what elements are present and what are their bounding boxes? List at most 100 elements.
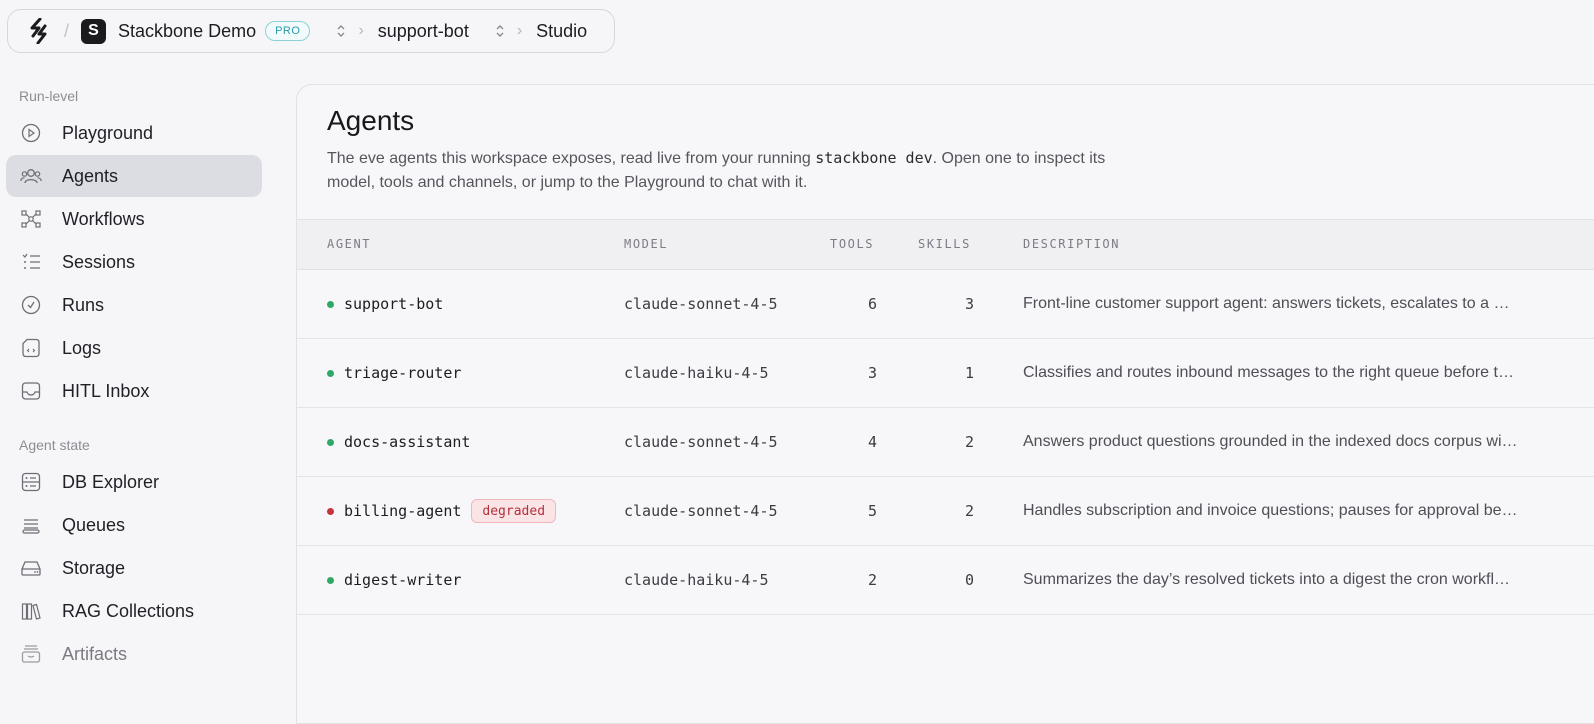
column-header-agent[interactable]: AGENT bbox=[327, 237, 371, 251]
model-cell: claude-sonnet-4-5 bbox=[624, 433, 778, 451]
sidebar-item-label: Agents bbox=[62, 165, 119, 186]
breadcrumb-separator: / bbox=[64, 20, 70, 41]
sidebar-item-storage[interactable]: Storage bbox=[6, 547, 262, 589]
skills-count: 3 bbox=[964, 295, 974, 313]
sidebar-item-runs[interactable]: Runs bbox=[6, 284, 262, 326]
sidebar-item-playground[interactable]: Playground bbox=[6, 112, 262, 154]
skills-count: 2 bbox=[964, 502, 974, 520]
description-code: stackbone dev bbox=[815, 149, 933, 167]
agent-name[interactable]: support-bot bbox=[344, 295, 443, 313]
chevron-right-icon: › bbox=[358, 22, 364, 39]
table-header: AGENT MODEL TOOLS SKILLS DESCRIPTION bbox=[297, 219, 1594, 270]
skills-count: 1 bbox=[964, 364, 974, 382]
table-row[interactable]: billing-agent degraded claude-sonnet-4-5… bbox=[297, 477, 1594, 546]
description-cell: Handles subscription and invoice questio… bbox=[1023, 477, 1538, 545]
description-cell: Front-line customer support agent: answe… bbox=[1023, 270, 1538, 338]
skills-count: 0 bbox=[964, 571, 974, 589]
sidebar-item-queues[interactable]: Queues bbox=[6, 504, 262, 546]
sidebar-item-workflows[interactable]: Workflows bbox=[6, 198, 262, 240]
agents-panel: Agents The eve agents this workspace exp… bbox=[296, 84, 1594, 724]
description-cell: Classifies and routes inbound messages t… bbox=[1023, 339, 1538, 407]
agent-description: Classifies and routes inbound messages t… bbox=[1023, 364, 1514, 381]
table-row[interactable]: support-bot claude-sonnet-4-5 6 3 Front-… bbox=[297, 270, 1594, 339]
workspace-name[interactable]: Stackbone Demo bbox=[118, 21, 256, 42]
agent-cell: triage-router bbox=[327, 339, 461, 407]
table-row[interactable]: digest-writer claude-haiku-4-5 2 0 Summa… bbox=[297, 546, 1594, 615]
agent-name[interactable]: docs-assistant bbox=[344, 433, 470, 451]
sidebar-item-sessions[interactable]: Sessions bbox=[6, 241, 262, 283]
sidebar-item-label: Playground bbox=[62, 122, 154, 143]
sidebar-section-label: Agent state bbox=[19, 437, 90, 453]
tools-count: 3 bbox=[867, 364, 877, 382]
clock-icon bbox=[20, 294, 42, 316]
queue-icon bbox=[20, 514, 42, 536]
sidebar-section-label: Run-level bbox=[19, 88, 79, 104]
tools-count: 2 bbox=[867, 571, 877, 589]
model-cell: claude-haiku-4-5 bbox=[624, 571, 769, 589]
agent-cell: support-bot bbox=[327, 270, 443, 338]
sidebar-item-label: Sessions bbox=[62, 251, 136, 272]
project-name[interactable]: support-bot bbox=[378, 21, 469, 42]
column-header-model[interactable]: MODEL bbox=[624, 237, 668, 251]
sidebar-item-agents[interactable]: Agents bbox=[6, 155, 262, 197]
status-dot bbox=[327, 369, 334, 377]
agent-name[interactable]: triage-router bbox=[344, 364, 461, 382]
sidebar-item-artifacts[interactable]: Artifacts bbox=[6, 633, 262, 675]
agent-cell: billing-agent degraded bbox=[327, 477, 557, 545]
sidebar-item-label: Queues bbox=[62, 514, 126, 535]
agent-cell: docs-assistant bbox=[327, 408, 470, 476]
model-cell: claude-sonnet-4-5 bbox=[624, 502, 778, 520]
workspace-avatar[interactable]: S bbox=[81, 18, 107, 44]
agent-name[interactable]: billing-agent bbox=[344, 502, 461, 520]
breadcrumb: / S Stackbone Demo PRO › support-bot › S… bbox=[7, 9, 615, 53]
tools-count: 4 bbox=[867, 433, 877, 451]
model-cell: claude-haiku-4-5 bbox=[624, 364, 769, 382]
play-circle-icon bbox=[20, 122, 42, 144]
list-icon bbox=[20, 251, 42, 273]
inbox-icon bbox=[20, 380, 42, 402]
sidebar: Run-level Playground Agents Workflows Se… bbox=[0, 84, 270, 676]
description-cell: Summarizes the day’s resolved tickets in… bbox=[1023, 546, 1538, 614]
sidebar-item-logs[interactable]: Logs bbox=[6, 327, 262, 369]
database-icon bbox=[20, 471, 42, 493]
description-text: The eve agents this workspace exposes, r… bbox=[327, 150, 816, 167]
page-description: The eve agents this workspace exposes, r… bbox=[327, 146, 1157, 195]
model-cell: claude-sonnet-4-5 bbox=[624, 295, 778, 313]
table-row[interactable]: triage-router claude-haiku-4-5 3 1 Class… bbox=[297, 339, 1594, 408]
current-page-crumb: Studio bbox=[536, 20, 588, 41]
sidebar-item-hitl-inbox[interactable]: HITL Inbox bbox=[6, 370, 262, 412]
books-icon bbox=[20, 600, 42, 622]
agent-description: Handles subscription and invoice questio… bbox=[1023, 502, 1518, 519]
workspace-switcher-icon[interactable] bbox=[336, 24, 346, 38]
archive-icon bbox=[20, 643, 42, 665]
status-badge: degraded bbox=[471, 499, 557, 523]
agent-description: Answers product questions grounded in th… bbox=[1023, 433, 1518, 450]
storage-icon bbox=[20, 557, 42, 579]
description-cell: Answers product questions grounded in th… bbox=[1023, 408, 1538, 476]
skills-count: 2 bbox=[964, 433, 974, 451]
status-dot bbox=[327, 438, 334, 446]
tools-count: 6 bbox=[867, 295, 877, 313]
table-row[interactable]: docs-assistant claude-sonnet-4-5 4 2 Ans… bbox=[297, 408, 1594, 477]
column-header-description[interactable]: DESCRIPTION bbox=[1023, 237, 1120, 251]
agent-description: Summarizes the day’s resolved tickets in… bbox=[1023, 571, 1511, 588]
sidebar-item-db-explorer[interactable]: DB Explorer bbox=[6, 461, 262, 503]
column-header-tools[interactable]: TOOLS bbox=[830, 237, 874, 251]
project-switcher-icon[interactable] bbox=[495, 24, 505, 38]
status-dot bbox=[327, 507, 334, 515]
agent-name[interactable]: digest-writer bbox=[344, 571, 461, 589]
sidebar-item-label: Runs bbox=[62, 294, 105, 315]
sidebar-item-label: Artifacts bbox=[62, 643, 128, 664]
sidebar-item-rag-collections[interactable]: RAG Collections bbox=[6, 590, 262, 632]
log-file-icon bbox=[20, 337, 42, 359]
column-header-skills[interactable]: SKILLS bbox=[918, 237, 971, 251]
status-dot bbox=[327, 300, 334, 308]
sidebar-item-label: Logs bbox=[62, 337, 102, 358]
sidebar-item-label: Storage bbox=[62, 557, 126, 578]
page-title: Agents bbox=[327, 105, 415, 136]
sidebar-item-label: Workflows bbox=[62, 208, 145, 229]
stackbone-logo-icon[interactable] bbox=[28, 18, 50, 44]
agent-cell: digest-writer bbox=[327, 546, 461, 614]
status-dot bbox=[327, 576, 334, 584]
tools-count: 5 bbox=[867, 502, 877, 520]
